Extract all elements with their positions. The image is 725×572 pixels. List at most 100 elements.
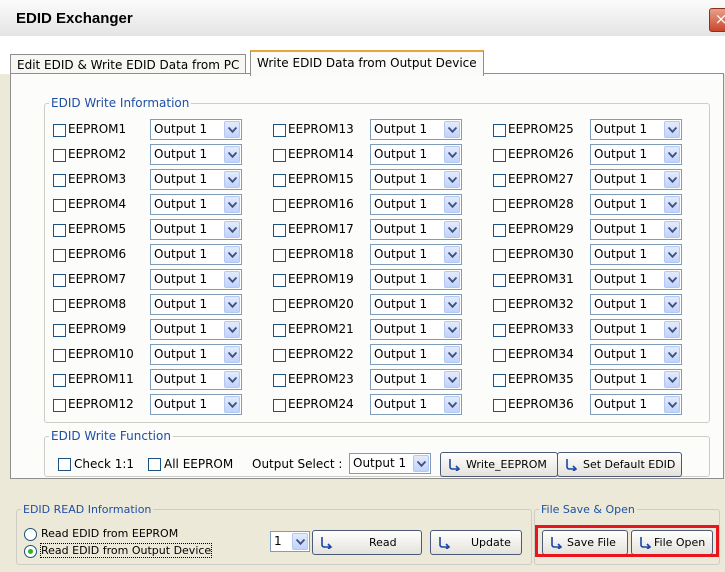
eeprom-output-dropdown[interactable]: Output 1 xyxy=(150,344,242,365)
eeprom-checkbox[interactable] xyxy=(273,324,286,337)
read-from-output-radio[interactable] xyxy=(24,545,37,558)
eeprom-output-dropdown[interactable]: Output 1 xyxy=(370,319,462,340)
chevron-down-icon[interactable] xyxy=(444,346,460,363)
chevron-down-icon[interactable] xyxy=(224,121,240,138)
eeprom-output-dropdown[interactable]: Output 1 xyxy=(590,119,682,140)
eeprom-checkbox[interactable] xyxy=(493,174,506,187)
chevron-down-icon[interactable] xyxy=(413,455,429,472)
eeprom-output-dropdown[interactable]: Output 1 xyxy=(150,119,242,140)
eeprom-checkbox[interactable] xyxy=(493,224,506,237)
eeprom-checkbox[interactable] xyxy=(273,124,286,137)
chevron-down-icon[interactable] xyxy=(444,396,460,413)
output-select-dropdown[interactable]: Output 1 xyxy=(349,453,431,474)
eeprom-checkbox[interactable] xyxy=(53,399,66,412)
chevron-down-icon[interactable] xyxy=(664,196,680,213)
eeprom-output-dropdown[interactable]: Output 1 xyxy=(590,169,682,190)
eeprom-checkbox[interactable] xyxy=(493,199,506,212)
chevron-down-icon[interactable] xyxy=(224,271,240,288)
eeprom-checkbox[interactable] xyxy=(273,199,286,212)
eeprom-checkbox[interactable] xyxy=(53,149,66,162)
eeprom-output-dropdown[interactable]: Output 1 xyxy=(370,294,462,315)
chevron-down-icon[interactable] xyxy=(224,246,240,263)
check-1to1-checkbox[interactable] xyxy=(58,458,71,471)
eeprom-output-dropdown[interactable]: Output 1 xyxy=(590,269,682,290)
eeprom-checkbox[interactable] xyxy=(273,349,286,362)
eeprom-output-dropdown[interactable]: Output 1 xyxy=(150,294,242,315)
eeprom-checkbox[interactable] xyxy=(273,399,286,412)
chevron-down-icon[interactable] xyxy=(664,221,680,238)
eeprom-output-dropdown[interactable]: Output 1 xyxy=(590,394,682,415)
close-icon[interactable]: × xyxy=(709,8,725,32)
tab-edit-edid[interactable]: Edit EDID & Write EDID Data from PC xyxy=(10,54,247,75)
eeprom-output-dropdown[interactable]: Output 1 xyxy=(370,344,462,365)
chevron-down-icon[interactable] xyxy=(444,171,460,188)
eeprom-checkbox[interactable] xyxy=(53,224,66,237)
eeprom-output-dropdown[interactable]: Output 1 xyxy=(150,169,242,190)
eeprom-output-dropdown[interactable]: Output 1 xyxy=(150,144,242,165)
eeprom-output-dropdown[interactable]: Output 1 xyxy=(370,169,462,190)
eeprom-output-dropdown[interactable]: Output 1 xyxy=(370,119,462,140)
eeprom-checkbox[interactable] xyxy=(493,149,506,162)
chevron-down-icon[interactable] xyxy=(664,121,680,138)
eeprom-checkbox[interactable] xyxy=(493,124,506,137)
eeprom-checkbox[interactable] xyxy=(273,249,286,262)
eeprom-output-dropdown[interactable]: Output 1 xyxy=(590,294,682,315)
eeprom-checkbox[interactable] xyxy=(493,399,506,412)
chevron-down-icon[interactable] xyxy=(444,246,460,263)
eeprom-output-dropdown[interactable]: Output 1 xyxy=(150,194,242,215)
chevron-down-icon[interactable] xyxy=(664,296,680,313)
eeprom-output-dropdown[interactable]: Output 1 xyxy=(370,194,462,215)
eeprom-output-dropdown[interactable]: Output 1 xyxy=(590,344,682,365)
chevron-down-icon[interactable] xyxy=(664,246,680,263)
read-number-dropdown[interactable]: 1 xyxy=(270,531,310,552)
eeprom-checkbox[interactable] xyxy=(53,199,66,212)
chevron-down-icon[interactable] xyxy=(444,146,460,163)
chevron-down-icon[interactable] xyxy=(444,221,460,238)
eeprom-checkbox[interactable] xyxy=(493,324,506,337)
eeprom-checkbox[interactable] xyxy=(53,249,66,262)
chevron-down-icon[interactable] xyxy=(224,346,240,363)
eeprom-output-dropdown[interactable]: Output 1 xyxy=(150,269,242,290)
eeprom-checkbox[interactable] xyxy=(53,374,66,387)
chevron-down-icon[interactable] xyxy=(224,321,240,338)
eeprom-output-dropdown[interactable]: Output 1 xyxy=(150,244,242,265)
chevron-down-icon[interactable] xyxy=(444,196,460,213)
chevron-down-icon[interactable] xyxy=(224,221,240,238)
write-eeprom-button[interactable]: Write_EEPROM xyxy=(440,452,558,477)
eeprom-output-dropdown[interactable]: Output 1 xyxy=(150,219,242,240)
chevron-down-icon[interactable] xyxy=(444,296,460,313)
eeprom-output-dropdown[interactable]: Output 1 xyxy=(370,219,462,240)
eeprom-output-dropdown[interactable]: Output 1 xyxy=(370,369,462,390)
eeprom-checkbox[interactable] xyxy=(53,324,66,337)
eeprom-checkbox[interactable] xyxy=(273,149,286,162)
tab-write-from-output[interactable]: Write EDID Data from Output Device xyxy=(250,50,484,76)
eeprom-checkbox[interactable] xyxy=(273,174,286,187)
eeprom-checkbox[interactable] xyxy=(273,224,286,237)
eeprom-checkbox[interactable] xyxy=(53,349,66,362)
chevron-down-icon[interactable] xyxy=(444,271,460,288)
read-from-eeprom-radio[interactable] xyxy=(24,528,37,541)
update-button[interactable]: Update xyxy=(430,530,522,555)
eeprom-output-dropdown[interactable]: Output 1 xyxy=(590,244,682,265)
eeprom-checkbox[interactable] xyxy=(273,374,286,387)
eeprom-output-dropdown[interactable]: Output 1 xyxy=(590,144,682,165)
eeprom-checkbox[interactable] xyxy=(53,299,66,312)
eeprom-output-dropdown[interactable]: Output 1 xyxy=(150,394,242,415)
eeprom-checkbox[interactable] xyxy=(493,274,506,287)
all-eeprom-checkbox[interactable] xyxy=(148,458,161,471)
chevron-down-icon[interactable] xyxy=(224,196,240,213)
eeprom-checkbox[interactable] xyxy=(493,299,506,312)
set-default-edid-button[interactable]: Set Default EDID xyxy=(557,452,682,477)
eeprom-checkbox[interactable] xyxy=(53,274,66,287)
eeprom-output-dropdown[interactable]: Output 1 xyxy=(590,369,682,390)
eeprom-checkbox[interactable] xyxy=(273,274,286,287)
eeprom-output-dropdown[interactable]: Output 1 xyxy=(370,144,462,165)
eeprom-checkbox[interactable] xyxy=(493,249,506,262)
chevron-down-icon[interactable] xyxy=(224,396,240,413)
chevron-down-icon[interactable] xyxy=(444,321,460,338)
chevron-down-icon[interactable] xyxy=(664,171,680,188)
chevron-down-icon[interactable] xyxy=(224,296,240,313)
eeprom-output-dropdown[interactable]: Output 1 xyxy=(370,394,462,415)
chevron-down-icon[interactable] xyxy=(224,371,240,388)
read-button[interactable]: Read xyxy=(312,530,422,555)
